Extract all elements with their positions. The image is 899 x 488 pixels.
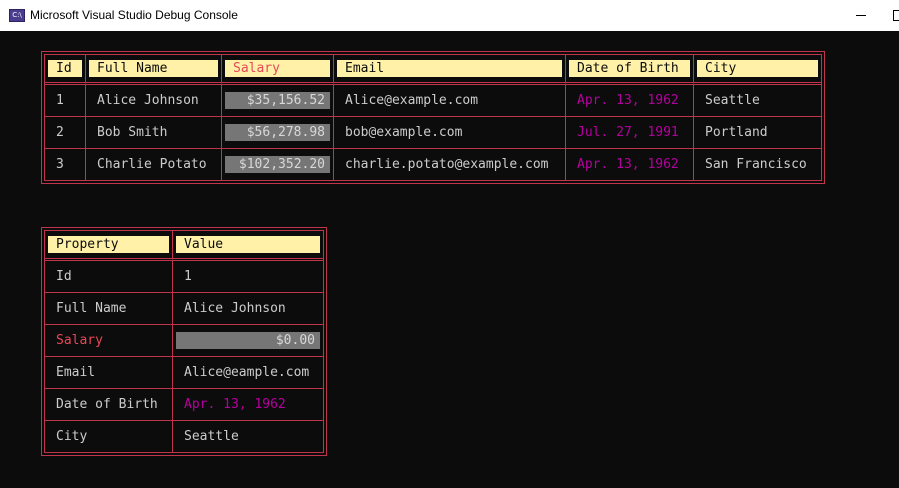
console-app-icon: C:\ bbox=[9, 9, 25, 22]
table-row: Date of Birth Apr. 13, 1962 bbox=[45, 389, 323, 421]
properties-table: Property Value Id 1 Full Name Alice John… bbox=[41, 227, 327, 456]
salary-cell: $35,156.52 bbox=[222, 85, 334, 117]
table-row: 2 Bob Smith $56,278.98 bob@example.com J… bbox=[45, 117, 821, 149]
property-value: $0.00 bbox=[173, 325, 323, 357]
name-cell: Bob Smith bbox=[86, 117, 222, 149]
dob-cell: Apr. 13, 1962 bbox=[566, 85, 694, 117]
table-row: Id 1 bbox=[45, 261, 323, 293]
id-cell: 2 bbox=[45, 117, 86, 149]
column-header: Salary bbox=[222, 55, 334, 85]
email-cell: bob@example.com bbox=[334, 117, 566, 149]
email-cell: Alice@example.com bbox=[334, 85, 566, 117]
table-row: Full Name Alice Johnson bbox=[45, 293, 323, 325]
id-cell: 1 bbox=[45, 85, 86, 117]
table-row: Email Alice@eample.com bbox=[45, 357, 323, 389]
property-name: Date of Birth bbox=[45, 389, 173, 421]
table-row: 1 Alice Johnson $35,156.52 Alice@example… bbox=[45, 85, 821, 117]
property-name: Id bbox=[45, 261, 173, 293]
column-header: Id bbox=[45, 55, 86, 85]
property-name: City bbox=[45, 421, 173, 452]
property-name: Email bbox=[45, 357, 173, 389]
column-header: City bbox=[694, 55, 821, 85]
column-header: Full Name bbox=[86, 55, 222, 85]
property-value: Apr. 13, 1962 bbox=[173, 389, 323, 421]
maximize-button[interactable] bbox=[884, 0, 899, 31]
city-cell: San Francisco bbox=[705, 157, 807, 172]
table-header-row: Property Value bbox=[45, 231, 323, 261]
dob-cell: Jul. 27, 1991 bbox=[566, 117, 694, 149]
column-header: Value bbox=[173, 231, 323, 261]
column-header: Email bbox=[334, 55, 566, 85]
property-value: Seattle bbox=[184, 429, 239, 444]
email-cell: charlie.potato@example.com bbox=[334, 149, 566, 180]
table-header-row: Id Full Name Salary Email Date of Birth … bbox=[45, 55, 821, 85]
city-cell: Portland bbox=[694, 117, 821, 149]
property-name: Full Name bbox=[45, 293, 173, 325]
table-row: Salary $0.00 bbox=[45, 325, 323, 357]
property-value: Alice Johnson bbox=[173, 293, 323, 325]
name-cell: Charlie Potato bbox=[86, 149, 222, 180]
employees-table: Id Full Name Salary Email Date of Birth … bbox=[41, 51, 825, 184]
column-header: Property bbox=[45, 231, 173, 261]
property-value: 1 bbox=[173, 261, 323, 293]
dob-cell: Apr. 13, 1962 bbox=[566, 149, 694, 180]
table-row: City Seattle bbox=[45, 421, 323, 452]
property-name: Salary bbox=[45, 325, 173, 357]
id-cell: 3 bbox=[45, 149, 86, 180]
console-output[interactable]: Id Full Name Salary Email Date of Birth … bbox=[0, 31, 899, 488]
property-value: Alice@eample.com bbox=[173, 357, 323, 389]
salary-cell: $56,278.98 bbox=[222, 117, 334, 149]
minimize-button[interactable] bbox=[838, 0, 884, 31]
window-title: Microsoft Visual Studio Debug Console bbox=[30, 8, 238, 22]
title-bar[interactable]: C:\ Microsoft Visual Studio Debug Consol… bbox=[0, 0, 899, 31]
city-cell: Seattle bbox=[694, 85, 821, 117]
name-cell: Alice Johnson bbox=[86, 85, 222, 117]
salary-cell: $102,352.20 bbox=[222, 149, 334, 180]
column-header: Date of Birth bbox=[566, 55, 694, 85]
table-row: 3 Charlie Potato $102,352.20 charlie.pot… bbox=[45, 149, 821, 180]
